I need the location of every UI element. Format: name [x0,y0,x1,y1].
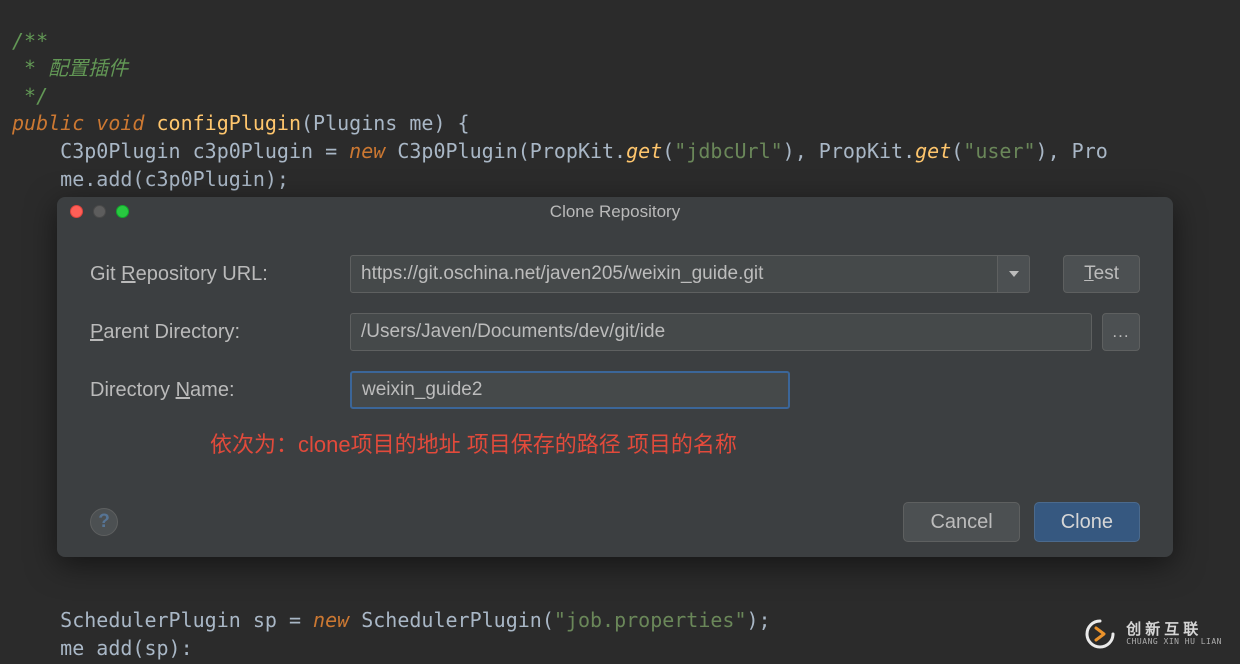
string-literal: "jdbcUrl" [674,139,782,163]
cancel-button[interactable]: Cancel [903,502,1019,542]
code-text: me add(sp): [12,636,193,660]
clone-button[interactable]: Clone [1034,502,1140,542]
watermark-logo-icon [1084,618,1116,650]
repo-url-input[interactable] [350,255,998,293]
help-button[interactable]: ? [90,508,118,536]
code-text: ); [747,608,771,632]
keyword-new: new [313,608,349,632]
code-text: ), Pro [1036,139,1108,163]
dir-name-input[interactable] [350,371,790,409]
code-text: C3p0Plugin c3p0Plugin = [12,139,349,163]
keyword-new: new [349,139,385,163]
watermark: 创新互联 CHUANG XIN HU LIAN [1084,618,1222,650]
test-button[interactable]: Test [1063,255,1140,293]
code-text: C3p0Plugin(PropKit. [385,139,626,163]
row-parent-dir: Parent Directory: ... [90,313,1140,351]
dialog-footer: ? Cancel Clone [90,502,1140,542]
code-text: me.add(c3p0Plugin); [12,167,289,191]
clone-repository-dialog: Clone Repository Git Repository URL: Tes… [57,197,1173,557]
string-literal: "user" [963,139,1035,163]
repo-url-dropdown-button[interactable] [998,255,1030,293]
minimize-icon [93,205,106,218]
label-dir-name: Directory Name: [90,379,350,402]
browse-button[interactable]: ... [1102,313,1140,351]
comment-line: * 配置插件 [12,56,128,80]
row-dir-name: Directory Name: [90,371,1140,409]
row-repo-url: Git Repository URL: Test [90,255,1140,293]
code-text: (Plugins me) { [301,111,470,135]
watermark-en: CHUANG XIN HU LIAN [1126,638,1222,647]
code-text: ), PropKit. [783,139,915,163]
label-repo-url: Git Repository URL: [90,263,350,286]
method-name: configPlugin [157,111,302,135]
chevron-down-icon [1009,271,1019,277]
method-get: get [626,139,662,163]
maximize-icon[interactable] [116,205,129,218]
watermark-cn: 创新互联 [1126,621,1222,638]
annotation-text: 依次为：clone项目的地址 项目保存的路径 项目的名称 [210,427,1140,459]
comment-line: */ [12,84,48,108]
keyword-void: void [96,111,144,135]
keyword-public: public [12,111,84,135]
label-parent-dir: Parent Directory: [90,321,350,344]
dialog-body: Git Repository URL: Test Parent Director… [57,227,1173,459]
input-group-repo-url [350,255,1030,293]
parent-dir-input[interactable] [350,313,1092,351]
window-controls [70,205,129,218]
method-get: get [915,139,951,163]
code-text: SchedulerPlugin( [349,608,554,632]
string-literal: "job.properties" [554,608,747,632]
dialog-title: Clone Repository [57,197,1173,222]
code-text: ( [951,139,963,163]
dialog-titlebar: Clone Repository [57,197,1173,227]
code-text: SchedulerPlugin sp = [12,608,313,632]
close-icon[interactable] [70,205,83,218]
code-text: ( [662,139,674,163]
watermark-text: 创新互联 CHUANG XIN HU LIAN [1126,621,1222,646]
comment-line: /** [12,29,48,53]
